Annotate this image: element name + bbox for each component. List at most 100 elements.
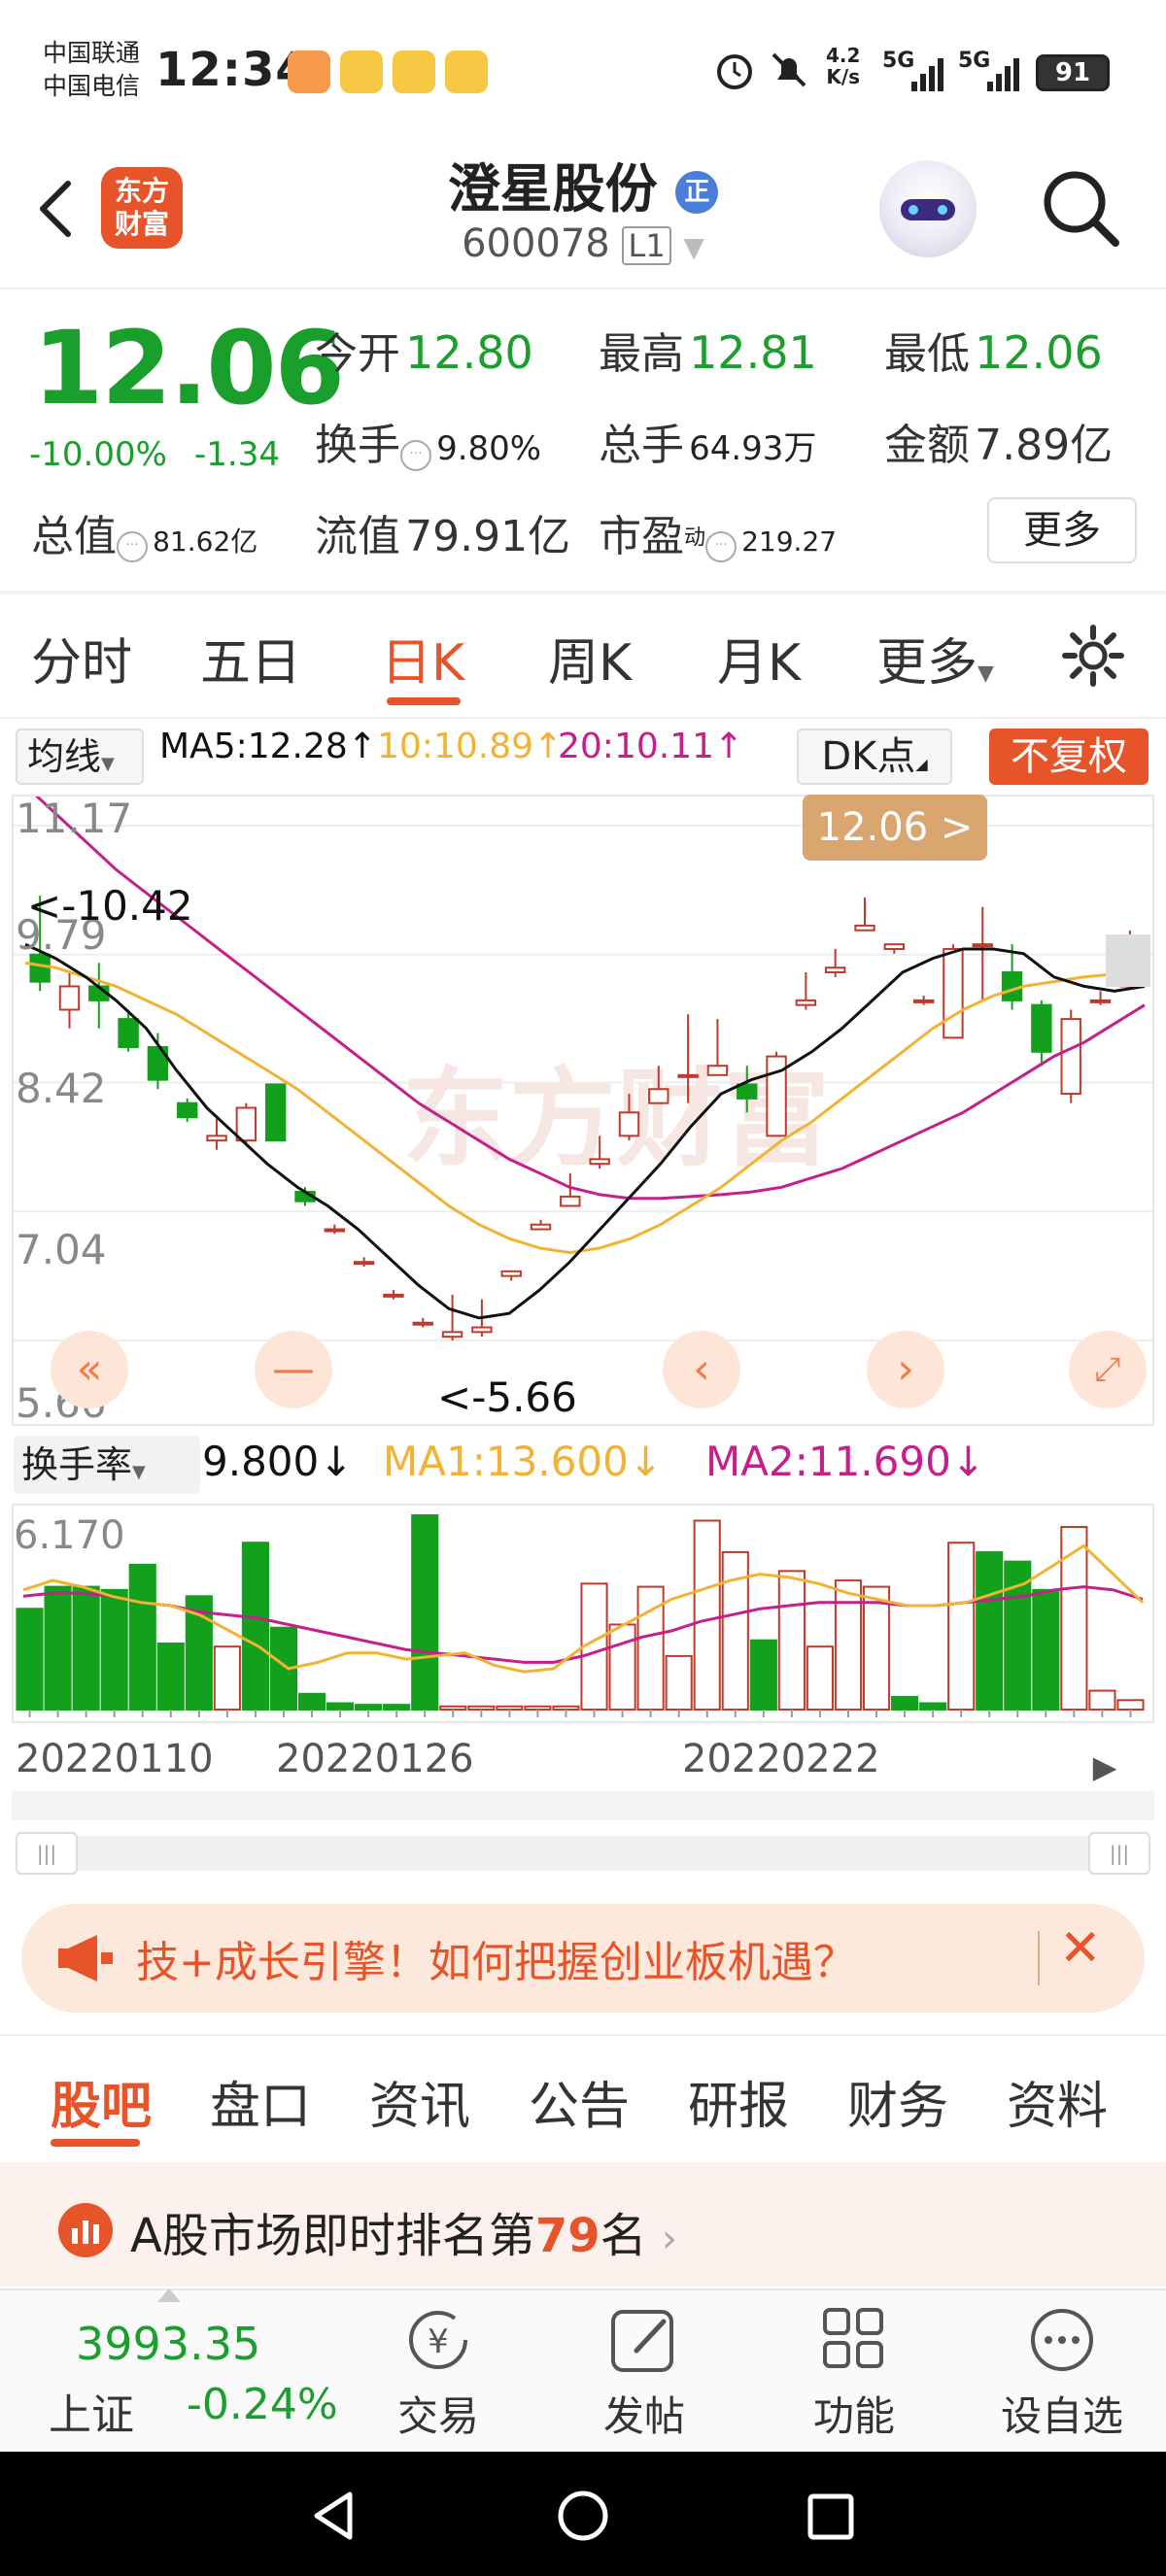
y-label: 7.04 (16, 1226, 107, 1273)
double-left-icon[interactable]: « (51, 1331, 128, 1408)
tab-monthly-k[interactable]: 月K (717, 622, 801, 695)
mute-bell-icon (772, 52, 806, 87)
nav-functions[interactable]: 功能 (781, 2304, 927, 2443)
tab-order-book[interactable]: 盘口 (210, 2065, 311, 2138)
weibo-icon (445, 51, 488, 93)
tab-more[interactable]: 更多▼ (876, 622, 994, 695)
battery-indicator: 91 (1036, 54, 1110, 91)
index-name[interactable]: 上证 (49, 2380, 134, 2442)
candle-body (412, 1321, 433, 1326)
nav-trade[interactable]: ¥ 交易 (365, 2304, 511, 2443)
app-notification-icon (288, 51, 330, 93)
turnover-bar (693, 1519, 721, 1712)
change-amount: -1.34 (194, 435, 280, 474)
carrier-2: 中国电信 (43, 72, 141, 100)
tab-announcements[interactable]: 公告 (529, 2065, 630, 2138)
indicator-selector[interactable]: 均线▼ (16, 729, 144, 785)
back-triangle-icon[interactable] (307, 2489, 361, 2543)
turnover-y-top: 6.170 (14, 1513, 125, 1558)
range-scrollbar[interactable]: ||| ||| (16, 1832, 1150, 1875)
candle-body (264, 1083, 287, 1142)
adjust-mode-button[interactable]: 不复权 (989, 729, 1149, 785)
ma10-value: 10:10.89↑ (377, 727, 564, 766)
fullscreen-icon[interactable]: ⤢ (1069, 1331, 1147, 1408)
tab-news[interactable]: 资讯 (369, 2065, 470, 2138)
promo-banner[interactable]: 技+成长引擎！如何把握创业板机遇？ ✕ (21, 1904, 1145, 2013)
clock: 12:34 (155, 43, 309, 97)
assistant-robot-icon[interactable] (879, 160, 977, 257)
index-change[interactable]: -0.24% (187, 2380, 338, 2429)
gear-icon[interactable] (1059, 622, 1127, 690)
turnover-bar (721, 1550, 749, 1711)
turnover-bar (156, 1642, 185, 1711)
scroll-handle-right: ||| (1088, 1832, 1150, 1875)
candle-body (1089, 999, 1112, 1003)
chevron-down-icon: ▼ (977, 661, 994, 686)
tab-profile[interactable]: 资料 (1007, 2065, 1108, 2138)
candle-body (795, 999, 817, 1006)
active-tab-indicator (387, 697, 461, 705)
y-label: 8.42 (16, 1065, 107, 1112)
more-stats-button[interactable]: 更多 (987, 497, 1137, 563)
zoom-out-icon[interactable]: — (255, 1331, 332, 1408)
turnover-bar (1032, 1588, 1060, 1711)
amount-stat: 金额 7.89亿 (884, 421, 1114, 470)
info-dots-icon: ··· (705, 530, 737, 562)
chevron-right-icon: › (661, 2217, 677, 2261)
candle-body (177, 1102, 198, 1119)
turnover-bar (976, 1550, 1004, 1711)
y-label-top: 11.17 (16, 795, 133, 842)
carrier-labels: 中国联通 中国电信 (43, 37, 140, 103)
candle-body (943, 947, 964, 1039)
turnover-bar (326, 1702, 355, 1711)
market-cap-stat[interactable]: 总值 ··· 81.62亿 (31, 501, 257, 563)
close-icon[interactable]: ✕ (1059, 1919, 1102, 1978)
recents-square-icon[interactable] (805, 2491, 859, 2545)
pe-stat[interactable]: 市盈动 ··· 219.27 (599, 501, 837, 563)
turnover-bar (496, 1705, 524, 1712)
volume-indicator-selector[interactable]: 换手率▼ (14, 1436, 200, 1494)
stock-code-selector[interactable]: 600078 L1 ▼ (0, 221, 1166, 266)
chevron-left-icon[interactable]: ‹ (663, 1331, 740, 1408)
dk-point-button[interactable]: DK点◢ (797, 729, 952, 785)
nav-post[interactable]: 发帖 (571, 2304, 717, 2443)
turnover-stat[interactable]: 换手 ··· 9.80% (315, 410, 541, 472)
chart-ranking-icon (58, 2203, 113, 2257)
tab-forum[interactable]: 股吧 (51, 2065, 152, 2138)
candle-body (118, 1018, 139, 1048)
svg-text:¥: ¥ (428, 2322, 449, 2361)
candle-body (353, 1261, 375, 1266)
chevron-right-icon[interactable]: › (867, 1331, 944, 1408)
turnover-bar (806, 1645, 834, 1711)
open-stat: 今开 12.80 (315, 326, 533, 379)
divider (0, 591, 1166, 594)
current-price-tag[interactable]: 12.06 > (803, 795, 987, 861)
candle-body (589, 1158, 610, 1166)
home-circle-icon[interactable] (556, 2489, 610, 2543)
tab-five-day[interactable]: 五日 (200, 622, 301, 695)
play-right-icon[interactable]: ▶ (1080, 1743, 1129, 1791)
search-icon[interactable] (1038, 165, 1125, 253)
tab-intraday[interactable]: 分时 (31, 622, 132, 695)
candle-body (500, 1270, 522, 1277)
tab-research[interactable]: 研报 (688, 2065, 789, 2138)
tab-financials[interactable]: 财务 (847, 2065, 948, 2138)
candle-body (235, 1106, 257, 1142)
banner-text: 技+成长引擎！如何把握创业板机遇？ (136, 1938, 856, 1987)
candle-body (706, 1065, 729, 1076)
tab-daily-k[interactable]: 日K (381, 622, 464, 695)
turnover-chart-canvas[interactable] (14, 1506, 1152, 1721)
turnover-bar (241, 1542, 269, 1711)
nav-add-watchlist[interactable]: 设自选 (989, 2304, 1135, 2443)
tab-weekly-k[interactable]: 周K (548, 622, 632, 695)
index-value[interactable]: 3993.35 (76, 2318, 260, 2370)
candle-body (824, 966, 846, 974)
volume-stat: 总手 64.93万 (599, 421, 817, 470)
turnover-bar (1116, 1699, 1145, 1712)
candle-body (324, 1228, 346, 1233)
candle-body (737, 1083, 758, 1100)
candle-body (677, 1073, 699, 1078)
ranking-bar[interactable]: A股市场即时排名第79名 › (0, 2162, 1166, 2287)
turnover-bar (128, 1563, 156, 1712)
turnover-ma1: MA1:13.600↓ (383, 1438, 663, 1485)
